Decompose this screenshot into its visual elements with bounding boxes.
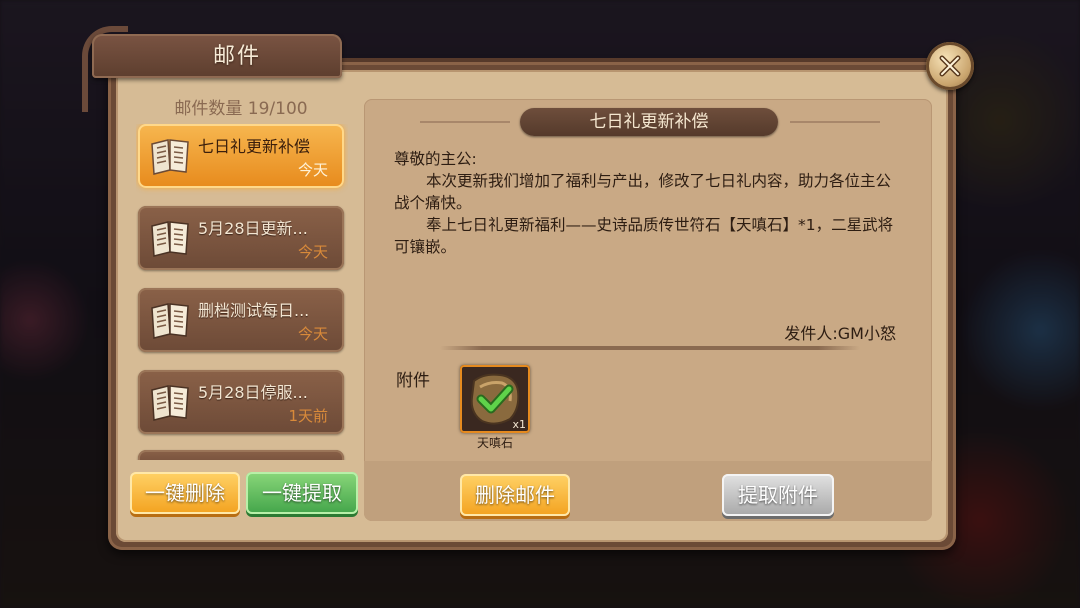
attachment-label: 附件 xyxy=(396,371,430,391)
mail-subject: 5月28日更新... xyxy=(198,219,308,238)
mail-date: 今天 xyxy=(297,243,328,261)
attachment-quantity: x1 xyxy=(512,418,526,431)
mail-subject: 删档测试每日... xyxy=(198,301,310,320)
close-button[interactable] xyxy=(926,42,974,90)
divider xyxy=(440,346,860,350)
mail-greeting: 尊敬的主公: xyxy=(394,150,477,168)
collect-all-button[interactable]: 一键提取 xyxy=(246,472,358,514)
delete-mail-button[interactable]: 删除邮件 xyxy=(460,474,570,516)
mail-body: 尊敬的主公: 本次更新我们增加了福利与产出，修改了七日礼内容，助力各位主公战个痛… xyxy=(394,148,904,258)
scroll-book-icon xyxy=(151,385,189,421)
scroll-book-icon xyxy=(151,221,189,257)
mail-list-item[interactable]: 5月28日更新... 今天 xyxy=(138,206,344,270)
mail-sender: 发件人:GM小怒 xyxy=(784,324,896,343)
mail-date: 今天 xyxy=(297,325,328,343)
mail-title-banner: 七日礼更新补偿 xyxy=(520,108,778,136)
mail-date: 1天前 xyxy=(288,407,328,425)
mail-list-item[interactable]: 5月28日停服... 1天前 xyxy=(138,370,344,434)
mail-list-item[interactable]: 删档测试每日... 今天 xyxy=(138,288,344,352)
scroll-book-icon xyxy=(151,303,189,339)
window-title: 邮件 xyxy=(212,44,261,69)
mail-list[interactable]: 七日礼更新补偿 今天 5月28日更新... 今天 删档测试每日... 今天 5月… xyxy=(136,124,348,460)
mail-date: 今天 xyxy=(297,161,328,179)
attachment-name: 天嗔石 xyxy=(476,436,513,450)
mail-list-item[interactable]: 七日礼更新补偿 今天 xyxy=(138,124,344,188)
mail-paragraph: 本次更新我们增加了福利与产出，修改了七日礼内容，助力各位主公战个痛快。 xyxy=(394,172,892,212)
banner-ornament-right xyxy=(790,121,880,123)
mail-subject: 5月28日停服... xyxy=(198,383,308,402)
scroll-book-icon xyxy=(151,139,189,175)
attachment-slot[interactable]: x1 xyxy=(460,365,530,433)
collect-attachment-button[interactable]: 提取附件 xyxy=(722,474,834,516)
mail-subject: 七日礼更新补偿 xyxy=(198,137,311,156)
content-action-bar xyxy=(364,461,932,521)
mail-count-label: 邮件数量 19/100 xyxy=(174,99,308,119)
close-icon xyxy=(939,55,961,77)
banner-ornament-left xyxy=(420,121,510,123)
mail-paragraph: 奉上七日礼更新福利——史诗品质传世符石【天嗔石】*1，二星武将可镶嵌。 xyxy=(394,216,894,256)
mail-list-item-partial[interactable] xyxy=(138,450,344,460)
delete-all-button[interactable]: 一键删除 xyxy=(130,472,240,514)
